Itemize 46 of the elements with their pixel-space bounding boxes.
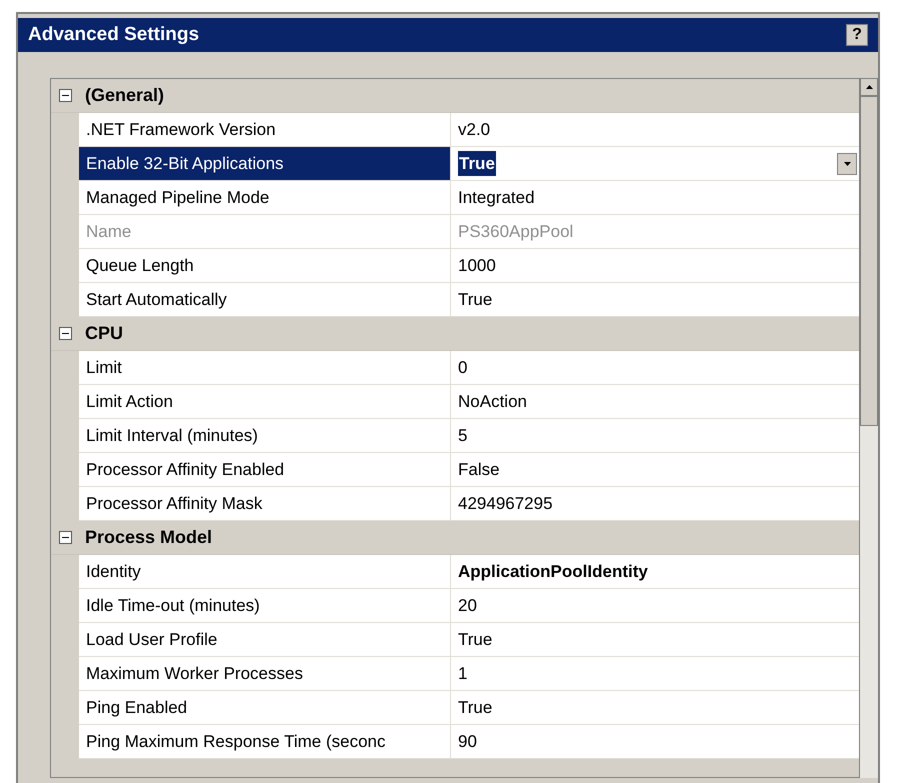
property-value[interactable]: ApplicationPoolIdentity [451, 555, 859, 589]
property-name[interactable]: Enable 32-Bit Applications [79, 147, 451, 181]
scroll-thumb[interactable] [860, 96, 878, 426]
property-value[interactable]: v2.0 [451, 113, 859, 147]
property-value[interactable]: True [451, 691, 859, 725]
property-value[interactable]: True [451, 147, 859, 181]
property-name[interactable]: Limit Interval (minutes) [79, 419, 451, 453]
property-value[interactable]: 1000 [451, 249, 859, 283]
property-name[interactable]: Start Automatically [79, 283, 451, 317]
category-label: Process Model [85, 526, 212, 549]
property-name[interactable]: Processor Affinity Enabled [79, 453, 451, 487]
dropdown-button[interactable] [837, 152, 857, 174]
property-value[interactable]: 4294967295 [451, 487, 859, 521]
property-name[interactable]: Load User Profile [79, 623, 451, 657]
property-name[interactable]: Maximum Worker Processes [79, 657, 451, 691]
property-value[interactable]: NoAction [451, 385, 859, 419]
up-arrow-icon [866, 85, 872, 89]
property-value[interactable]: 5 [451, 419, 859, 453]
property-name[interactable]: Ping Maximum Response Time (seconc [79, 725, 451, 759]
property-name[interactable]: Queue Length [79, 249, 451, 283]
property-value[interactable]: False [451, 453, 859, 487]
collapse-icon[interactable] [58, 327, 72, 340]
category-label: (General) [85, 84, 164, 107]
property-value[interactable]: 1 [451, 657, 859, 691]
property-value[interactable]: True [451, 283, 859, 317]
collapse-icon[interactable] [58, 89, 72, 102]
property-value[interactable]: 90 [451, 725, 859, 759]
property-name[interactable]: Limit [79, 351, 451, 385]
property-name[interactable]: .NET Framework Version [79, 113, 451, 147]
caret-icon [844, 162, 850, 166]
property-value[interactable]: 0 [451, 351, 859, 385]
property-value[interactable]: 20 [451, 589, 859, 623]
property-name[interactable]: Processor Affinity Mask [79, 487, 451, 521]
property-name[interactable]: Managed Pipeline Mode [79, 181, 451, 215]
collapse-icon[interactable] [58, 531, 72, 544]
help-button[interactable]: ? [846, 24, 868, 46]
window-title: Advanced Settings [28, 22, 200, 47]
category-label: CPU [85, 322, 124, 345]
scroll-up-button[interactable] [860, 78, 878, 96]
scrollbar[interactable] [860, 78, 878, 778]
property-value[interactable]: True [451, 623, 859, 657]
property-name[interactable]: Limit Action [79, 385, 451, 419]
property-value[interactable]: Integrated [451, 181, 859, 215]
property-name[interactable]: Ping Enabled [79, 691, 451, 725]
property-name[interactable]: Identity [79, 555, 451, 589]
property-name[interactable]: Idle Time-out (minutes) [79, 589, 451, 623]
